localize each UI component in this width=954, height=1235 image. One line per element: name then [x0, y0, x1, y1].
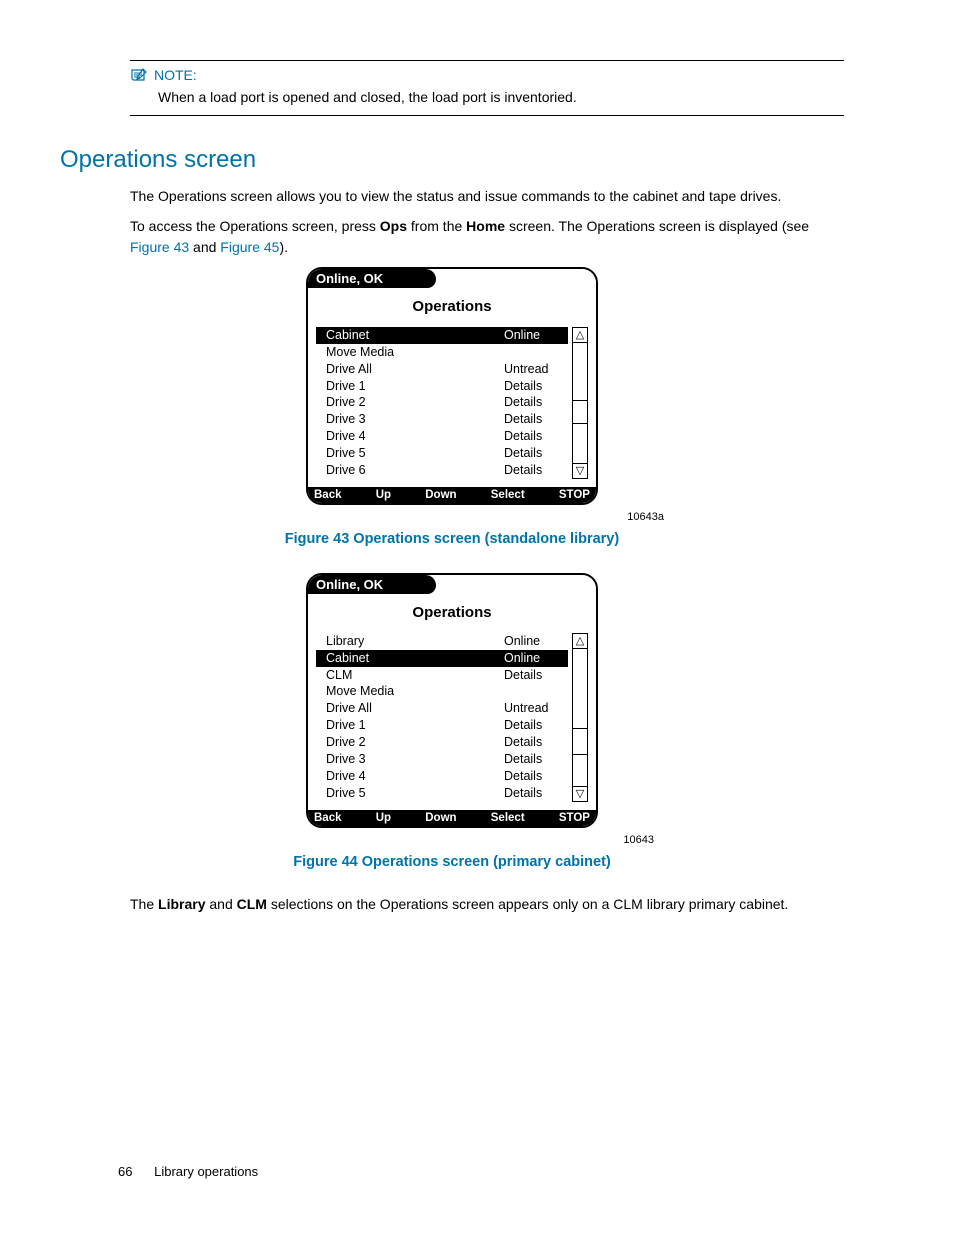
stop-button[interactable]: STOP [559, 812, 590, 824]
chapter-title: Library operations [154, 1164, 258, 1179]
list-item[interactable]: Drive 3Details [316, 751, 568, 768]
figure-43: Online, OK Operations CabinetOnline Move… [60, 267, 844, 565]
ocp-button-bar: Back Up Down Select STOP [308, 810, 596, 826]
list-item[interactable]: Drive 2Details [316, 394, 568, 411]
select-button[interactable]: Select [491, 489, 525, 501]
paragraph-3: The Library and CLM selections on the Op… [130, 894, 844, 914]
list-item[interactable]: Drive AllUntread [316, 361, 568, 378]
scroll-track[interactable] [572, 343, 588, 463]
page-footer: 66 Library operations [118, 1164, 258, 1179]
note-heading: NOTE: [130, 67, 844, 83]
list-item[interactable]: Drive 1Details [316, 717, 568, 734]
figure-caption: Figure 44 Operations screen (primary cab… [293, 854, 611, 870]
back-button[interactable]: Back [314, 489, 342, 501]
list-item[interactable]: Move Media [316, 683, 568, 700]
list-item[interactable]: Drive 2Details [316, 734, 568, 751]
scroll-up-icon[interactable]: △ [572, 633, 588, 649]
list-item[interactable]: Drive 3Details [316, 411, 568, 428]
note-box: NOTE: When a load port is opened and clo… [130, 60, 844, 116]
list-item[interactable]: Drive 5Details [316, 785, 568, 802]
figure-caption: Figure 43 Operations screen (standalone … [285, 531, 619, 547]
page: NOTE: When a load port is opened and clo… [0, 0, 954, 1235]
list-item[interactable]: Move Media [316, 344, 568, 361]
list-item[interactable]: Drive 1Details [316, 378, 568, 395]
list-item[interactable]: Drive 6Details [316, 462, 568, 479]
stop-button[interactable]: STOP [559, 489, 590, 501]
figure-44: Online, OK Operations LibraryOnline Cabi… [60, 573, 844, 888]
ocp-list: CabinetOnline Move Media Drive AllUntrea… [316, 327, 568, 479]
list-item[interactable]: CabinetOnline [316, 327, 568, 344]
ocp-status: Online, OK [306, 269, 436, 288]
ocp-panel: Online, OK Operations CabinetOnline Move… [306, 267, 598, 505]
list-item[interactable]: Drive 5Details [316, 445, 568, 462]
scroll-thumb[interactable] [573, 728, 587, 755]
figure-id: 10643a [627, 511, 664, 523]
link-figure-45[interactable]: Figure 45 [220, 239, 279, 255]
section-title: Operations screen [60, 146, 844, 174]
scroll-down-icon[interactable]: ▽ [572, 463, 588, 479]
scroll-up-icon[interactable]: △ [572, 327, 588, 343]
list-item[interactable]: Drive 4Details [316, 768, 568, 785]
ocp-title: Operations [308, 288, 596, 327]
scroll-down-icon[interactable]: ▽ [572, 786, 588, 802]
note-text: When a load port is opened and closed, t… [130, 83, 844, 105]
ocp-title: Operations [308, 594, 596, 633]
list-item[interactable]: CLMDetails [316, 667, 568, 684]
note-icon [130, 67, 148, 83]
list-item[interactable]: LibraryOnline [316, 633, 568, 650]
scroll-track[interactable] [572, 649, 588, 786]
scrollbar[interactable]: △ ▽ [572, 327, 588, 479]
scroll-thumb[interactable] [573, 400, 587, 424]
down-button[interactable]: Down [425, 489, 456, 501]
link-figure-43[interactable]: Figure 43 [130, 239, 189, 255]
paragraph-1: The Operations screen allows you to view… [130, 186, 844, 206]
ocp-panel: Online, OK Operations LibraryOnline Cabi… [306, 573, 598, 828]
figure-id: 10643 [623, 834, 654, 846]
up-button[interactable]: Up [376, 489, 391, 501]
select-button[interactable]: Select [491, 812, 525, 824]
page-number: 66 [118, 1164, 132, 1179]
back-button[interactable]: Back [314, 812, 342, 824]
paragraph-2: To access the Operations screen, press O… [130, 216, 844, 257]
up-button[interactable]: Up [376, 812, 391, 824]
ocp-button-bar: Back Up Down Select STOP [308, 487, 596, 503]
down-button[interactable]: Down [425, 812, 456, 824]
list-item[interactable]: Drive AllUntread [316, 700, 568, 717]
scrollbar[interactable]: △ ▽ [572, 633, 588, 802]
list-item[interactable]: Drive 4Details [316, 428, 568, 445]
ocp-status: Online, OK [306, 575, 436, 594]
ocp-list: LibraryOnline CabinetOnline CLMDetails M… [316, 633, 568, 802]
note-label: NOTE: [154, 67, 197, 83]
list-item[interactable]: CabinetOnline [316, 650, 568, 667]
